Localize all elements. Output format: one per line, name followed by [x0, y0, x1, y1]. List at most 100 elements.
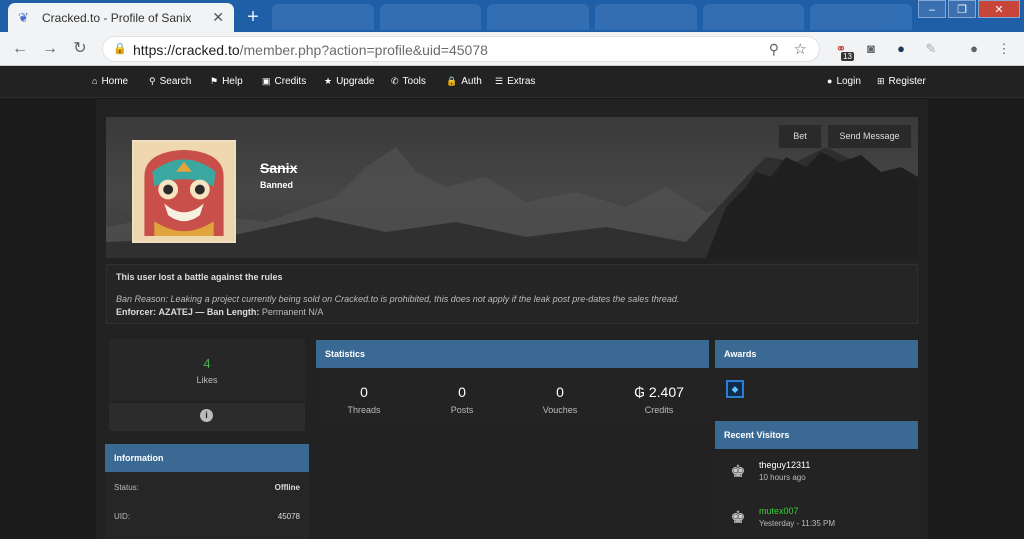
info-status-label: Status:: [114, 483, 139, 492]
stat-vouches-label: Vouches: [542, 405, 578, 415]
info-status-value: Offline: [274, 483, 300, 492]
url-text[interactable]: https://cracked.to/member.php?action=pro…: [133, 42, 488, 58]
nav-upgrade[interactable]: ★ Upgrade: [324, 76, 374, 87]
nav-home-label: Home: [101, 76, 129, 87]
nav-extras[interactable]: ☰ Extras: [495, 76, 535, 87]
recent-visitors-header: Recent Visitors: [715, 421, 918, 449]
browser-tab-strip: ❦ Cracked.to - Profile of Sanix ✕ + – ❐ …: [0, 0, 1024, 32]
stat-posts-value: 0: [458, 384, 466, 400]
background-tab[interactable]: [272, 4, 374, 30]
lock-icon: 🔒: [113, 43, 127, 55]
site-navbar: ⌂ Home ⚲ Search ⚑ Help ▣ Credits ★ Upgrade ✆ T…: [0, 67, 1024, 98]
address-bar[interactable]: 🔒 https://cracked.to/member.php?action=p…: [102, 36, 820, 62]
lock-icon: 🔒: [446, 76, 458, 86]
home-icon: ⌂: [92, 76, 98, 86]
awards-header: Awards: [715, 340, 918, 368]
stat-vouches-value: 0: [556, 384, 564, 400]
likes-label: Likes: [196, 375, 218, 385]
background-tab[interactable]: [595, 4, 697, 30]
ban-enforcer: Enforcer: AZATEJ — Ban Length: Permanent…: [116, 307, 323, 317]
new-tab-button[interactable]: +: [240, 5, 266, 29]
info-icon: i: [200, 409, 213, 422]
statistics-header: Statistics: [316, 340, 709, 368]
likes-info-button[interactable]: i: [109, 402, 305, 431]
url-host: cracked.to: [175, 42, 240, 58]
bars-icon: ☰: [495, 76, 504, 86]
star-icon: ★: [324, 76, 333, 86]
money-icon: ▣: [262, 76, 271, 86]
browser-tab-active[interactable]: ❦ Cracked.to - Profile of Sanix ✕: [8, 3, 234, 32]
nav-search[interactable]: ⚲ Search: [149, 76, 191, 87]
nav-auth-label: Auth: [461, 76, 482, 87]
nav-extras-label: Extras: [507, 76, 536, 87]
visitor-avatar-icon[interactable]: ♚: [727, 461, 749, 483]
back-arrow-icon[interactable]: ←: [10, 39, 30, 59]
menu-kebab-icon[interactable]: ⋮: [995, 40, 1013, 58]
nav-register[interactable]: ⊞ Register: [877, 76, 926, 87]
stat-threads-value: 0: [360, 384, 368, 400]
profile-avatar-icon[interactable]: ●: [965, 40, 983, 58]
nav-upgrade-label: Upgrade: [336, 76, 375, 87]
enforcer-name[interactable]: AZATEJ: [159, 307, 193, 317]
visitor-time: Yesterday - 11:35 PM: [759, 519, 836, 528]
url-scheme: https://: [133, 42, 176, 58]
bookmark-star-icon[interactable]: ☆: [794, 40, 807, 58]
nav-home[interactable]: ⌂ Home: [92, 76, 128, 87]
nav-help[interactable]: ⚑ Help: [210, 76, 243, 87]
minimize-icon[interactable]: –: [918, 0, 946, 18]
send-message-button[interactable]: Send Message: [827, 124, 912, 149]
nav-login[interactable]: ● Login: [827, 76, 861, 87]
nav-tools-label: Tools: [402, 76, 426, 87]
background-tab[interactable]: [810, 4, 913, 30]
stat-credits-value: ₲ 2.407: [634, 384, 684, 400]
zoom-icon[interactable]: ⚲: [769, 41, 779, 58]
enforcer-label: Enforcer:: [116, 307, 157, 317]
extension-pin-icon[interactable]: ✎: [922, 40, 940, 58]
information-header: Information: [105, 444, 309, 472]
nav-search-label: Search: [159, 76, 192, 87]
browser-toolbar: ← → ↻ 🔒 https://cracked.to/member.php?ac…: [0, 32, 1024, 66]
stat-posts-label: Posts: [450, 405, 474, 415]
maximize-icon[interactable]: ❐: [948, 0, 976, 18]
search-icon: ⚲: [149, 76, 156, 86]
forward-arrow-icon[interactable]: →: [40, 39, 60, 59]
visitor-name[interactable]: theguy12311: [759, 460, 810, 470]
stat-threads-label: Threads: [347, 405, 381, 415]
nav-credits[interactable]: ▣ Credits: [262, 76, 306, 87]
info-uid-value: 45078: [277, 512, 300, 521]
awards-body: [715, 368, 918, 420]
visitor-name[interactable]: mutex007: [759, 506, 799, 516]
nav-login-label: Login: [836, 76, 861, 87]
background-tabs[interactable]: [272, 4, 913, 30]
user-icon: ●: [827, 76, 833, 86]
extension-globe-icon[interactable]: ●: [892, 40, 910, 58]
visitor-time: 10 hours ago: [759, 473, 806, 482]
window-controls: – ❐ ✕: [916, 0, 1020, 18]
wrench-icon: ✆: [391, 76, 399, 86]
stat-credits-label: Credits: [644, 405, 674, 415]
background-tab[interactable]: [487, 4, 590, 30]
visitor-avatar-icon[interactable]: ♚: [727, 507, 749, 529]
nav-credits-label: Credits: [274, 76, 307, 87]
background-tab[interactable]: [702, 4, 805, 30]
url-path: /member.php?action=profile&uid=45078: [239, 42, 488, 58]
window-close-icon[interactable]: ✕: [978, 0, 1020, 18]
reload-icon[interactable]: ↻: [70, 39, 90, 59]
bet-button[interactable]: Bet: [778, 124, 822, 149]
diamond-award-icon[interactable]: ◆: [726, 380, 744, 398]
profile-username: Sanix: [260, 160, 298, 176]
likes-count: 4: [203, 356, 211, 371]
tab-title: Cracked.to - Profile of Sanix: [42, 10, 192, 25]
nav-help-label: Help: [222, 76, 243, 87]
nav-auth[interactable]: 🔒 Auth: [446, 76, 482, 87]
avatar: [132, 140, 236, 243]
site-favicon-icon: ❦: [18, 9, 29, 25]
ban-length-label: — Ban Length:: [195, 307, 260, 317]
flag-icon: ⚑: [210, 76, 219, 86]
extension-badge: 13: [841, 52, 854, 61]
ban-reason: Ban Reason: Leaking a project currently …: [116, 294, 680, 304]
tab-close-icon[interactable]: ✕: [212, 9, 224, 26]
nav-tools[interactable]: ✆ Tools: [391, 76, 426, 87]
camera-icon[interactable]: ◙: [862, 40, 880, 58]
background-tab[interactable]: [379, 4, 482, 30]
